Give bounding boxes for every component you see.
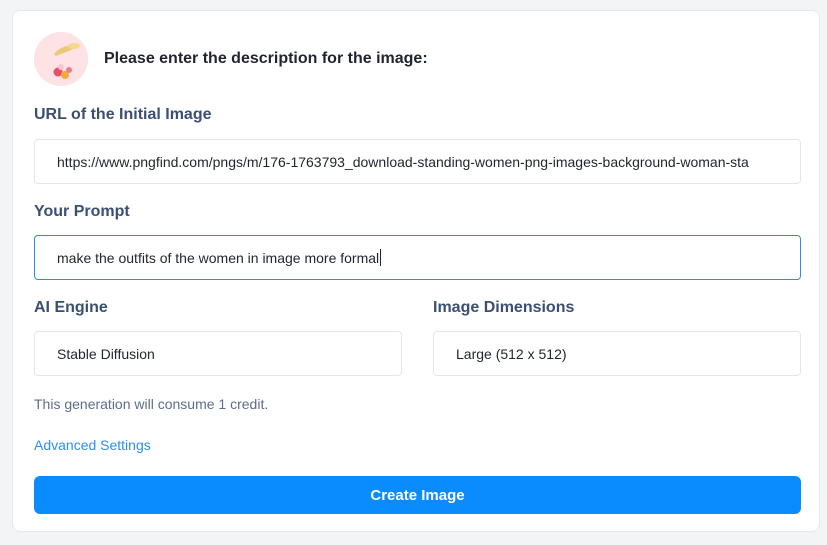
- engine-select-value: Stable Diffusion: [57, 345, 155, 362]
- prompt-label: Your Prompt: [34, 203, 130, 220]
- avatar-icon: [34, 32, 88, 86]
- url-label: URL of the Initial Image: [34, 106, 212, 123]
- url-input[interactable]: https://www.pngfind.com/pngs/m/176-17637…: [34, 139, 801, 184]
- form-header: Please enter the description for the ima…: [34, 31, 428, 87]
- form-title: Please enter the description for the ima…: [104, 50, 428, 67]
- credit-note: This generation will consume 1 credit.: [34, 396, 269, 412]
- dimensions-select[interactable]: Large (512 x 512): [433, 331, 801, 376]
- advanced-settings-link[interactable]: Advanced Settings: [34, 437, 151, 453]
- text-caret: [380, 249, 382, 266]
- engine-select[interactable]: Stable Diffusion: [34, 331, 402, 376]
- url-input-value: https://www.pngfind.com/pngs/m/176-17637…: [57, 153, 749, 170]
- prompt-input[interactable]: make the outfits of the women in image m…: [34, 235, 801, 280]
- prompt-input-value: make the outfits of the women in image m…: [57, 249, 380, 266]
- dimensions-select-value: Large (512 x 512): [456, 345, 567, 362]
- engine-label: AI Engine: [34, 299, 108, 316]
- dimensions-label: Image Dimensions: [433, 299, 575, 316]
- image-generation-form: Please enter the description for the ima…: [12, 10, 820, 532]
- create-image-button[interactable]: Create Image: [34, 476, 801, 514]
